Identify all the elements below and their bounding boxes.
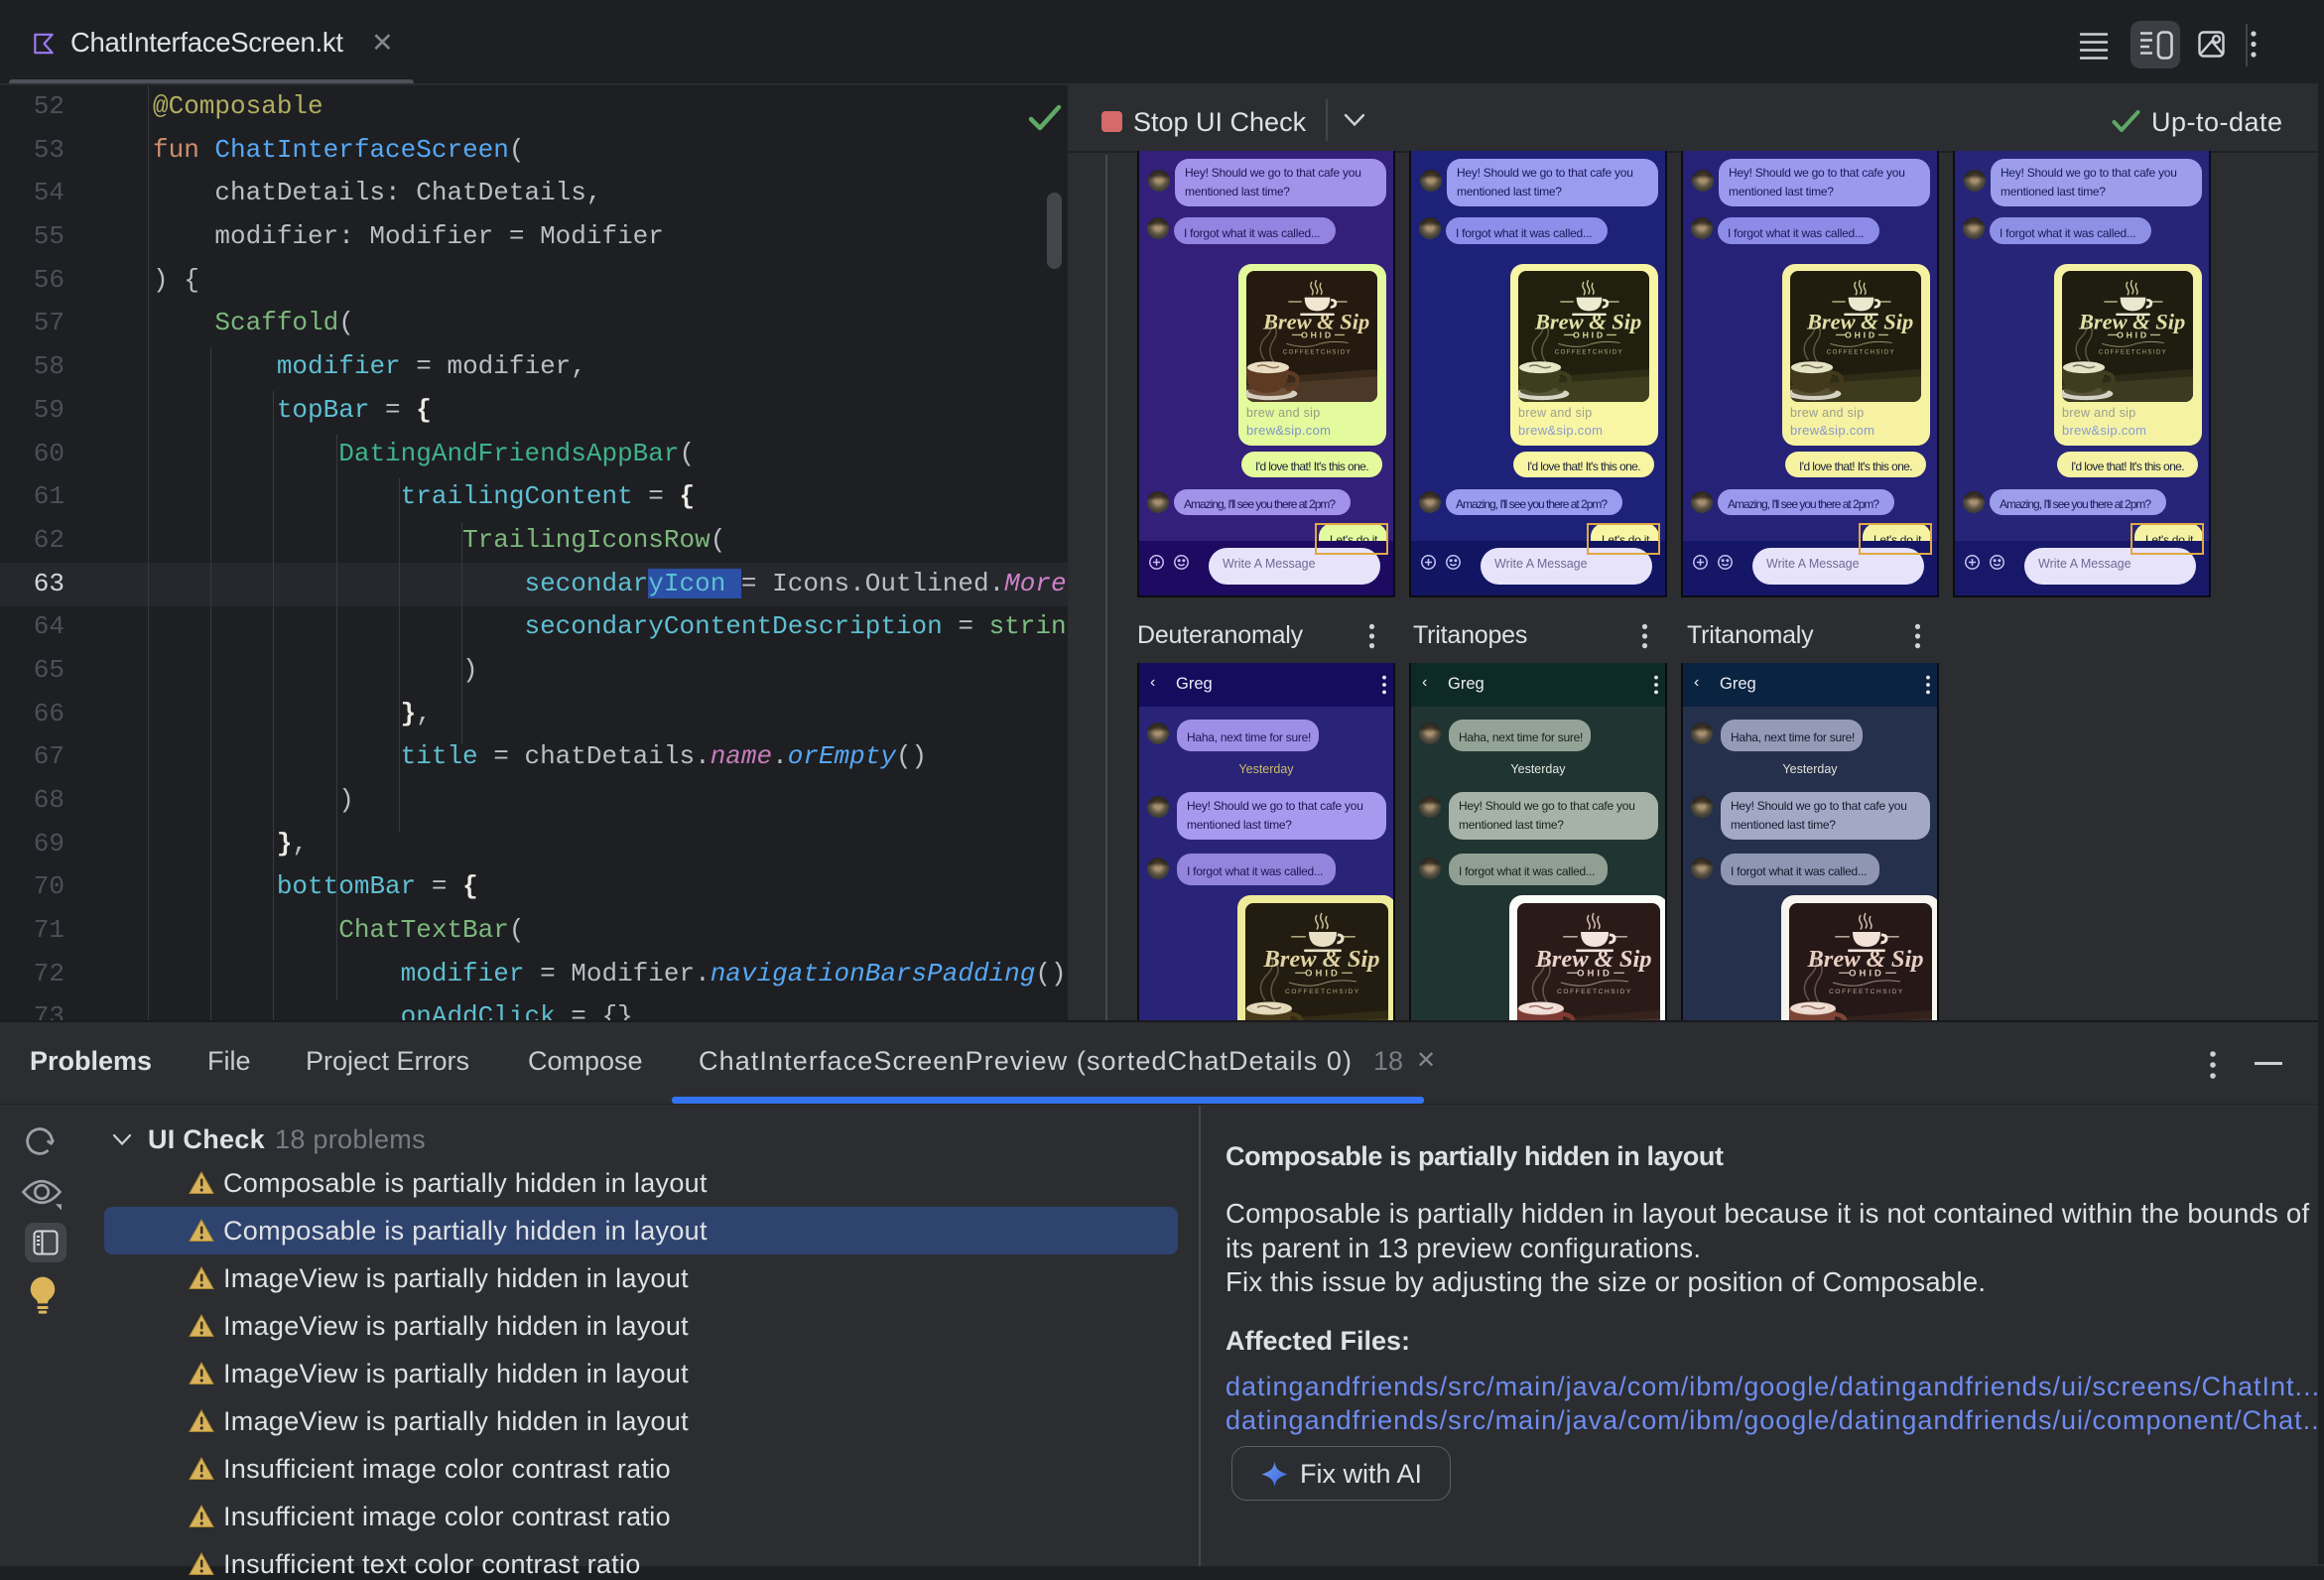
svg-text:COFFEETCHSIDY: COFFEETCHSIDY <box>1829 988 1904 995</box>
svg-text:OHID: OHID <box>1301 329 1334 339</box>
svg-text:COFFEETCHSIDY: COFFEETCHSIDY <box>1283 349 1352 355</box>
svg-text:OHID: OHID <box>1849 969 1884 980</box>
svg-text:COFFEETCHSIDY: COFFEETCHSIDY <box>1555 349 1623 355</box>
svg-text:COFFEETCHSIDY: COFFEETCHSIDY <box>1557 988 1632 995</box>
svg-text:OHID: OHID <box>1845 329 1877 339</box>
svg-text:OHID: OHID <box>1305 969 1341 980</box>
svg-text:COFFEETCHSIDY: COFFEETCHSIDY <box>1827 349 1895 355</box>
svg-text:COFFEETCHSIDY: COFFEETCHSIDY <box>2099 349 2167 355</box>
svg-text:OHID: OHID <box>2117 329 2149 339</box>
svg-text:OHID: OHID <box>1573 329 1606 339</box>
svg-text:COFFEETCHSIDY: COFFEETCHSIDY <box>1285 988 1360 995</box>
svg-text:OHID: OHID <box>1577 969 1613 980</box>
